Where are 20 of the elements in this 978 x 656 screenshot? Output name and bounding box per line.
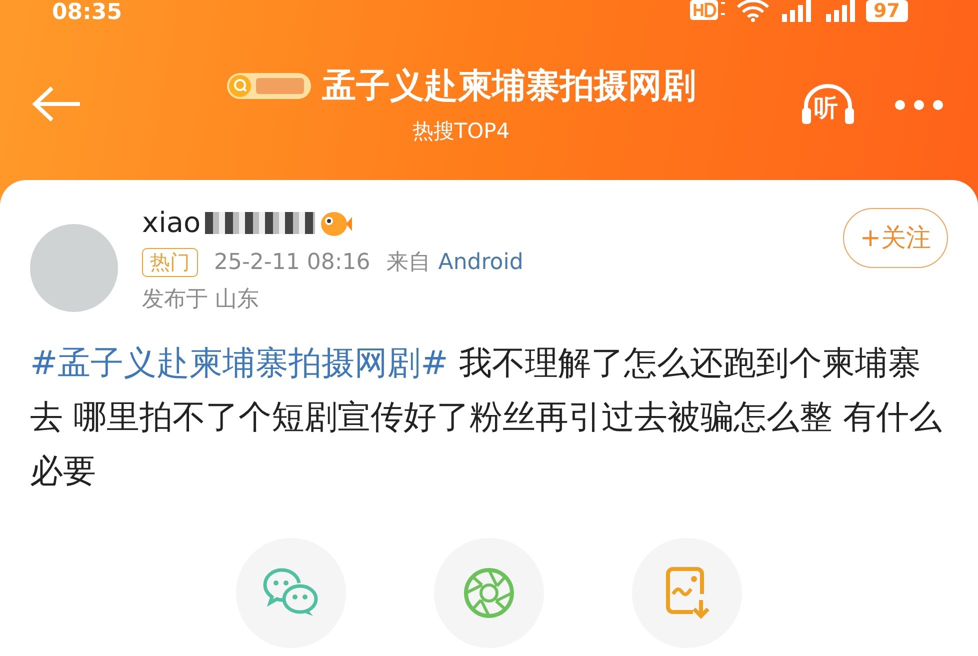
topic-rank: 热搜TOP4 xyxy=(412,118,510,145)
post-location: 发布于 山东 xyxy=(142,286,260,314)
topic-title: 孟子义赴柬埔寨拍摄网剧 xyxy=(322,64,696,108)
listen-button[interactable]: 听 xyxy=(800,82,856,126)
back-arrow-icon[interactable] xyxy=(32,86,82,122)
image-download-icon xyxy=(663,566,711,620)
hd-icon xyxy=(690,0,728,22)
source-link[interactable]: Android xyxy=(438,246,524,279)
wechat-icon xyxy=(262,567,320,619)
hashtag-link[interactable]: #孟子义赴柬埔寨拍摄网剧# xyxy=(30,343,448,382)
username[interactable]: xiao xyxy=(142,208,201,238)
source-label: 来自 xyxy=(386,249,430,277)
follow-button[interactable]: +关注 xyxy=(843,208,948,268)
aperture-icon xyxy=(463,567,515,619)
hot-tag: 热门 xyxy=(142,248,198,277)
battery-icon: 97 xyxy=(866,0,908,22)
post-text: #孟子义赴柬埔寨拍摄网剧# 我不理解了怎么还跑到个柬埔寨去 哪里拍不了个短剧宣传好了粉丝再引过去被骗怎么整 有什么必要 xyxy=(30,342,943,492)
wifi-icon xyxy=(736,0,770,22)
status-time: 08:35 xyxy=(52,0,122,26)
post-time: 25-2-11 08:16 xyxy=(214,249,370,277)
